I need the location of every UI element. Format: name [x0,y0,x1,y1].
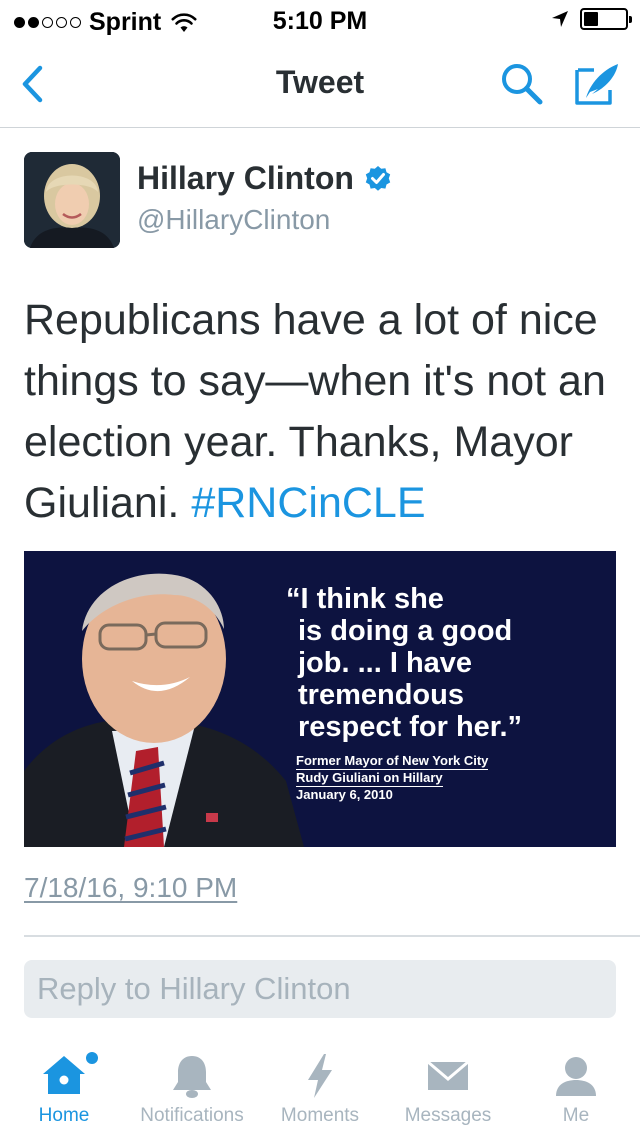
tab-bar: Home Notifications Moments Messages Me [0,1040,640,1136]
attribution-date: January 6, 2010 [296,787,393,802]
quote-line: is doing a good [298,615,513,647]
reply-box[interactable] [24,960,616,1018]
envelope-icon [427,1060,469,1090]
carrier-name: Sprint [89,8,162,36]
hashtag-link[interactable]: #RNCinCLE [191,479,425,527]
tab-me[interactable]: Me [512,1040,640,1136]
verified-badge-icon [365,165,391,191]
lightning-icon [308,1054,332,1098]
author-name[interactable]: Hillary Clinton [137,160,354,197]
home-icon [43,1056,85,1094]
bell-icon [173,1056,211,1098]
person-icon [556,1057,596,1096]
signal-strength-icon [14,17,81,28]
reply-input[interactable] [24,960,616,1018]
author-handle[interactable]: @HillaryClinton [137,204,330,236]
compose-icon[interactable] [572,60,622,108]
location-arrow-icon [552,11,568,27]
quote-text: “I think she is doing a good job. ... I … [286,583,606,743]
tweet-text: Republicans have a lot of nice things to… [24,290,624,534]
wifi-icon [171,12,197,32]
tweet-timestamp[interactable]: 7/18/16, 9:10 PM [24,872,237,904]
status-bar-left: Sprint [14,8,197,37]
search-icon[interactable] [498,60,546,108]
attribution-line: Rudy Giuliani on Hillary [296,770,443,787]
tweet-media-image[interactable]: “I think she is doing a good job. ... I … [24,551,616,847]
quote-attribution: Former Mayor of New York City Rudy Giuli… [296,753,489,803]
author-avatar[interactable] [24,152,120,248]
quote-line: tremendous [298,679,464,711]
quote-line: respect for her.” [298,711,523,743]
divider [24,935,640,937]
navigation-bar: Tweet [0,40,640,128]
status-bar: Sprint 5:10 PM [0,0,640,40]
status-bar-right [550,8,632,30]
author-name-row: Hillary Clinton [137,160,392,197]
quote-line: “I think she [286,583,444,615]
battery-icon [580,8,632,30]
attribution-line: Former Mayor of New York City [296,753,489,770]
tab-label: Me [562,1105,590,1126]
avatar-image [24,152,120,248]
home-notification-dot [86,1052,98,1064]
quote-line: job. ... I have [298,647,473,679]
